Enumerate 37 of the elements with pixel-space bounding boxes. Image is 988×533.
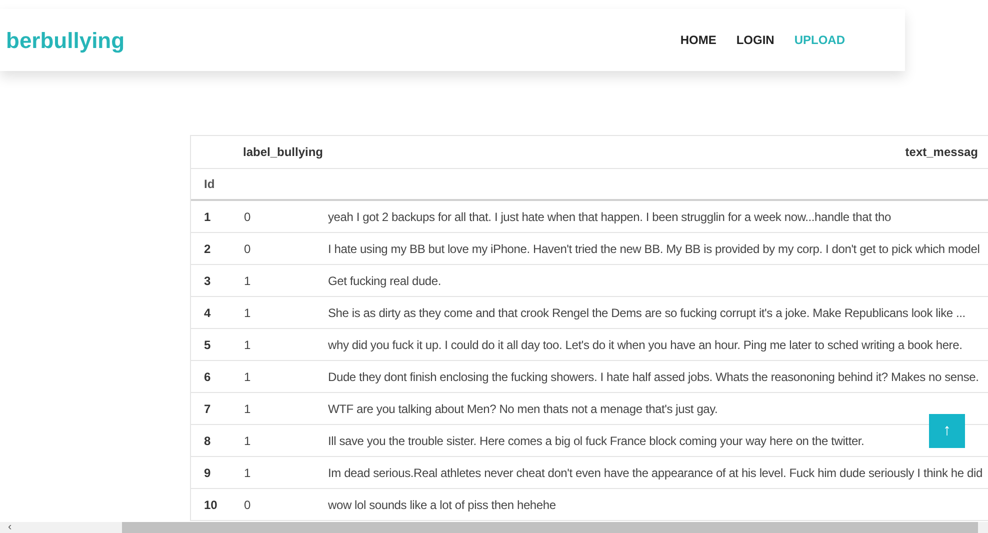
table-cell-text: 7 [203, 400, 212, 418]
table-cell-text: why did you fuck it up. I could do it all day too. Let's do it when you have an hour. Ping me later to sched writing a book here. [328, 336, 962, 354]
table-cell-text: 6 [203, 368, 212, 386]
table-cell-text: 1 [244, 336, 252, 354]
table-cell-text: 0 [244, 208, 252, 226]
table-cell-text: Get fucking real dude. [328, 272, 442, 290]
table-cell-text: 1 [244, 464, 252, 482]
table-cell-text: WTF are you talking about Men? No men thats not a menage that's just gay. [328, 400, 718, 418]
table-cell-text: 0 [244, 496, 252, 514]
table-cell-text: She is as dirty as they come and that crook Rengel the Dems are so fucking corrupt it's a joke. Make Republicans look like ... [328, 304, 966, 322]
horizontal-scrollbar[interactable]: ‹ [0, 522, 988, 533]
table-cell-text: 2 [203, 240, 212, 258]
table-cell-text: 1 [203, 208, 212, 226]
scroll-left-arrow[interactable]: ‹ [0, 522, 122, 533]
table-cell-text: 1 [244, 272, 252, 290]
nav-link[interactable]: HOME [680, 31, 716, 49]
table-cell-text: 1 [244, 432, 252, 450]
table-cell-text: I hate using my BB but love my iPhone. Haven't tried the new BB. My BB is provided by my corp. I don't get to pick which model [328, 240, 980, 258]
table-cell-text: 3 [203, 272, 212, 290]
table-cell-text: 1 [244, 400, 252, 418]
table-cell-text: 5 [203, 336, 212, 354]
table-cell-text: Dude they dont finish enclosing the fucking showers. I hate half assed jobs. Whats the reasononing behind it? Makes no sense. [328, 368, 979, 386]
table-cell-text: 10 [203, 496, 218, 514]
table-cell-text: 0 [244, 240, 252, 258]
column-header: text_messag [905, 144, 978, 161]
table-cell-text: 4 [203, 304, 212, 322]
table-cell-text: Im dead serious.Real athletes never cheat don't even have the appearance of at his level. Fuck him dude seriously I think he did [328, 464, 982, 482]
index-header: Id [204, 176, 215, 193]
table-cell-text: 9 [203, 464, 212, 482]
nav-link[interactable]: LOGIN [736, 31, 774, 49]
table-cell-text: 8 [203, 432, 212, 450]
table-cell-text: 1 [244, 368, 252, 386]
table-cell-text: wow lol sounds like a lot of piss then hehehe [328, 496, 556, 514]
table-cell-text: 1 [244, 304, 252, 322]
table-cell-text: Ill save you the trouble sister. Here comes a big ol fuck France block coming your way here on the twitter. [328, 432, 864, 450]
column-header: label_bullying [243, 144, 324, 161]
table-cell-text: yeah I got 2 backups for all that. I just hate when that happen. I been strugglin for a week now...handle that tho [328, 208, 891, 226]
